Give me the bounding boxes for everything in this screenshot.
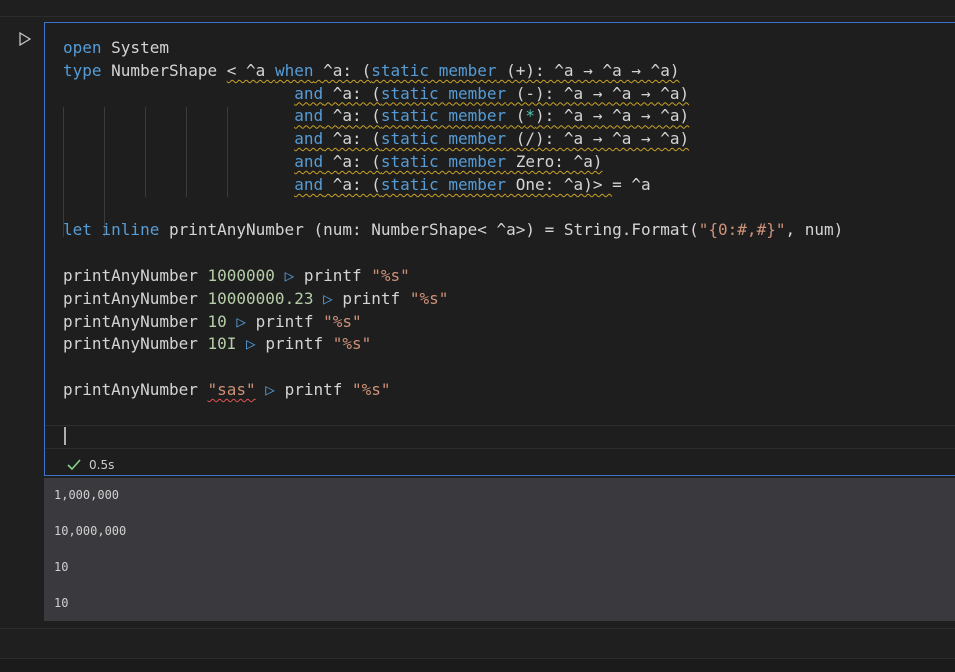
code-token: "%s" — [371, 266, 410, 285]
code-token: printAnyNumber — [63, 288, 208, 308]
code-token: ▷ — [255, 380, 285, 399]
notebook-cell[interactable]: open System type NumberShape < ^a when ^a… — [44, 22, 955, 476]
top-strip — [0, 0, 955, 17]
code-token: 1000000 — [207, 266, 275, 285]
code-token: One: ^a)> — [506, 174, 613, 194]
code-token: ^a: ( — [323, 129, 381, 149]
code-token: ▷ — [274, 266, 304, 285]
code-token: ( — [506, 106, 526, 126]
code-token: ▷ — [226, 311, 256, 331]
code-line: and ^a: (static member One: ^a)> = ^a — [63, 174, 651, 197]
code-line: printAnyNumber "sas" ▷ printf "%s" — [63, 379, 391, 402]
code-token: printAnyNumber — [63, 334, 208, 354]
code-line: and ^a: (static member Zero: ^a) — [63, 151, 602, 174]
code-token: printf — [342, 288, 410, 308]
code-editor[interactable]: open System type NumberShape < ^a when ^a… — [45, 23, 955, 453]
code-token: and — [294, 174, 324, 194]
code-token: and — [294, 106, 324, 126]
output-line: 10 — [54, 596, 69, 610]
code-token: static member — [371, 60, 497, 80]
code-token: and — [294, 129, 324, 149]
code-token: static member — [380, 83, 507, 103]
code-token: ): ^a → ^a → ^a) — [535, 106, 690, 126]
run-triangle-icon — [19, 32, 31, 46]
code-token: = ^a — [612, 174, 651, 194]
code-token: "%s" — [409, 288, 449, 308]
code-token: printf — [265, 334, 333, 354]
code-token: "{0:#,#}" — [698, 220, 786, 240]
code-token: static member — [380, 152, 507, 171]
code-line: printAnyNumber 10000000.23 ▷ printf "%s" — [63, 288, 448, 311]
code-token: static member — [380, 106, 507, 126]
code-token: printAnyNumber — [63, 266, 208, 285]
code-token: "%s" — [352, 380, 391, 399]
code-token: printf — [284, 380, 353, 399]
output-line: 10,000,000 — [54, 524, 127, 538]
code-token: (-): ^a → ^a → ^a) — [506, 83, 690, 103]
code-token: (/): ^a → ^a → ^a) — [506, 129, 690, 149]
code-token: "%s" — [332, 334, 372, 354]
code-token: 10I — [207, 334, 237, 354]
execution-time: 0.5s — [89, 458, 115, 472]
code-token: and — [294, 152, 324, 171]
code-line: type NumberShape < ^a when ^a: (static m… — [63, 60, 680, 83]
code-token: "%s" — [323, 311, 362, 331]
output-line: 10 — [54, 560, 69, 574]
code-token: NumberShape — [101, 60, 227, 80]
status-strip — [0, 658, 955, 672]
code-token: ▷ — [313, 288, 343, 308]
code-token: static member — [380, 174, 507, 194]
code-token: static member — [380, 129, 507, 149]
checkmark-icon — [67, 459, 81, 471]
code-token: open — [63, 38, 102, 57]
code-token: let inline — [63, 220, 160, 240]
code-line: printAnyNumber 10I ▷ printf "%s" — [63, 333, 371, 356]
code-line: and ^a: (static member (*): ^a → ^a → ^a… — [63, 105, 689, 128]
code-token: 10000000.23 — [207, 288, 314, 308]
code-line: and ^a: (static member (-): ^a → ^a → ^a… — [63, 83, 689, 106]
code-token: printAnyNumber — [63, 380, 208, 399]
code-token: ^a: ( — [323, 83, 381, 103]
code-token: ^a: ( — [313, 60, 372, 80]
code-token: 10 — [207, 311, 227, 331]
code-token: and — [294, 83, 324, 103]
text-caret — [64, 427, 66, 445]
code-token: , num) — [785, 220, 844, 240]
code-token: (+): ^a → ^a → ^a) — [496, 60, 680, 80]
code-token: type — [63, 60, 102, 80]
execution-status: 0.5s — [67, 456, 114, 474]
run-cell-button[interactable] — [15, 29, 35, 49]
code-line: and ^a: (static member (/): ^a → ^a → ^a… — [63, 128, 689, 151]
current-line-highlight — [45, 425, 955, 449]
code-token: Zero: ^a) — [506, 152, 603, 171]
code-line: printAnyNumber 1000000 ▷ printf "%s" — [63, 265, 410, 288]
code-token: "sas" — [207, 380, 256, 399]
code-token: ^a: ( — [323, 152, 381, 171]
code-token: printAnyNumber — [63, 311, 208, 331]
code-token: when — [274, 60, 314, 80]
code-token: ^a: ( — [323, 174, 381, 194]
code-line: open System — [63, 37, 169, 60]
code-token: (num: NumberShape< ^a>) = String.Format( — [313, 220, 699, 240]
code-token: < ^a — [226, 60, 275, 80]
code-token: * — [525, 106, 536, 126]
code-line: let inline printAnyNumber (num: NumberSh… — [63, 219, 843, 242]
code-token: ^a: ( — [323, 106, 381, 126]
cell-output: 1,000,000 10,000,000 10 10 — [44, 478, 955, 621]
code-line: printAnyNumber 10 ▷ printf "%s" — [63, 311, 362, 334]
code-token: System — [101, 38, 169, 57]
output-line: 1,000,000 — [54, 488, 120, 502]
code-token: printAnyNumber — [159, 220, 314, 240]
code-token: printf — [303, 266, 372, 285]
code-token: printf — [255, 311, 324, 331]
code-token: ▷ — [236, 334, 266, 354]
notebook-footer — [0, 628, 955, 659]
